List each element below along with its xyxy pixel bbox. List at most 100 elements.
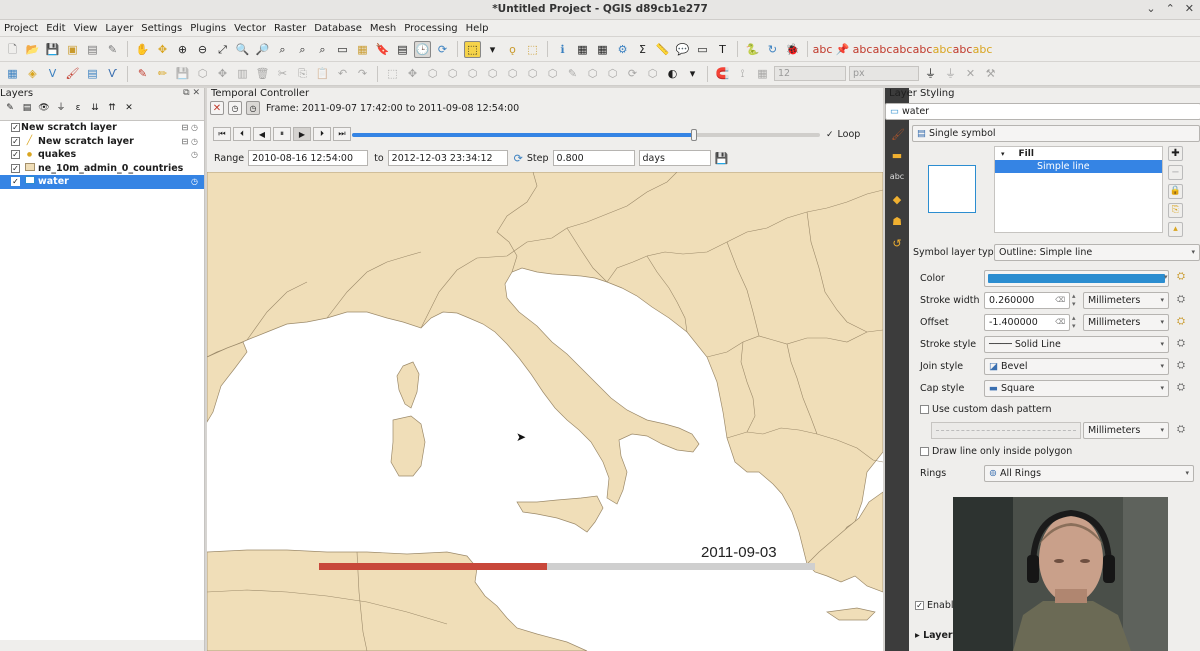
data-defined-join-icon[interactable]: ⛭ <box>1177 360 1185 371</box>
mask-tab-icon[interactable]: ☗ <box>888 212 906 230</box>
time-slider[interactable] <box>352 129 820 141</box>
plugin-reload-icon[interactable]: ↻ <box>764 41 781 58</box>
step-unit-select[interactable]: days <box>638 150 711 166</box>
filter-extra-icon[interactable]: ⏚ <box>942 65 959 82</box>
join-style-select[interactable]: ◪ Bevel ▾ <box>984 358 1169 375</box>
label-change-icon[interactable]: abc <box>933 41 953 58</box>
previous-frame-button[interactable]: ⏴ <box>233 127 251 141</box>
close-button[interactable]: ✕ <box>1185 2 1194 15</box>
merge-features-icon[interactable]: ⬡ <box>584 65 601 82</box>
menu-plugins[interactable]: Plugins <box>186 23 230 34</box>
stroke-width-unit-select[interactable]: Millimeters ▾ <box>1083 292 1169 309</box>
step-field[interactable]: 0.800 <box>552 150 635 166</box>
toggle-editing-icon[interactable]: ✏ <box>154 65 171 82</box>
unit-select[interactable]: px <box>849 66 919 81</box>
menu-vector[interactable]: Vector <box>230 23 270 34</box>
panel-close-icon[interactable]: ⧉ ✕ <box>183 88 200 98</box>
paste-features-icon[interactable]: 📋 <box>314 65 331 82</box>
layer-item-selected[interactable]: ✓ water ◷ <box>0 175 204 189</box>
layer-visibility-checkbox[interactable]: ✓ <box>11 163 20 173</box>
offset-spinner-icon[interactable]: ▴ ▾ <box>1072 314 1076 330</box>
pause-button[interactable]: ⏸ <box>273 127 291 141</box>
current-edits-icon[interactable]: ✎ <box>134 65 151 82</box>
tools-icon[interactable]: ⚒ <box>982 65 999 82</box>
range-start-field[interactable]: 2010-08-16 12:54:00 <box>248 150 369 166</box>
draw-inside-checkbox[interactable] <box>920 447 929 456</box>
zoom-in-icon[interactable]: ⊕ <box>174 41 191 58</box>
open-project-icon[interactable]: 📂 <box>24 41 41 58</box>
symbology-tab-icon[interactable]: ▬ <box>888 146 906 164</box>
layer-visibility-checkbox[interactable]: ✓ <box>11 123 20 133</box>
layer-style-icon[interactable]: ✎ <box>4 102 16 114</box>
lock-symbol-icon[interactable]: 🔒 <box>1168 184 1183 199</box>
label-rotate-icon[interactable]: abc <box>893 41 913 58</box>
zoom-full-icon[interactable]: ⤢ <box>214 41 231 58</box>
temporal-indicator-icon[interactable]: ◷ <box>191 177 198 186</box>
3d-view-tab-icon[interactable]: ◆ <box>888 190 906 208</box>
menu-database[interactable]: Database <box>310 23 366 34</box>
zoom-selection-icon[interactable]: 🔍 <box>234 41 251 58</box>
map-tips-icon[interactable]: 💬 <box>674 41 691 58</box>
snapping-dropdown-icon[interactable]: ▾ <box>684 65 701 82</box>
split-features-icon[interactable]: ⬡ <box>544 65 561 82</box>
text-annotation-icon[interactable]: T <box>714 41 731 58</box>
identify-icon[interactable]: ℹ <box>554 41 571 58</box>
data-defined-cap-icon[interactable]: ⛭ <box>1177 382 1185 393</box>
reshape-icon[interactable]: ⬡ <box>504 65 521 82</box>
vertex-tool-icon[interactable]: ✥ <box>214 65 231 82</box>
layer-visibility-checkbox[interactable]: ✓ <box>11 150 20 160</box>
select-by-value-icon[interactable]: ǫ <box>504 41 521 58</box>
export-animation-icon[interactable]: 💾 <box>715 152 729 165</box>
save-edits-icon[interactable]: 💾 <box>174 65 191 82</box>
tracing-icon[interactable]: ⟟ <box>734 65 751 82</box>
paint-brush-icon[interactable]: 🖌 <box>891 128 905 141</box>
label-toolbar-more-icon[interactable]: abc <box>973 41 993 58</box>
set-range-icon[interactable]: ⟳ <box>514 152 523 165</box>
data-defined-dash-icon[interactable]: ⛭ <box>1177 424 1185 435</box>
delete-ring-icon[interactable]: ⬡ <box>464 65 481 82</box>
layer-section-header[interactable]: ▸ Layer <box>915 630 953 641</box>
statistics-icon[interactable]: Σ <box>634 41 651 58</box>
new-3d-view-icon[interactable]: ▦ <box>354 41 371 58</box>
pan-icon[interactable]: ✋ <box>134 41 151 58</box>
labels-tab-icon[interactable]: abc <box>888 168 906 186</box>
offset-curve-icon[interactable]: ⬡ <box>524 65 541 82</box>
fill-ring-icon[interactable]: ⬡ <box>444 65 461 82</box>
color-dropdown-icon[interactable]: ▾ <box>1164 273 1168 281</box>
fixed-range-icon[interactable]: ◷ <box>228 101 242 115</box>
zoom-out-icon[interactable]: ⊖ <box>194 41 211 58</box>
rotate-point-icon[interactable]: ⟳ <box>624 65 641 82</box>
simplify-icon[interactable]: ✥ <box>404 65 421 82</box>
layer-select[interactable]: ▭ water <box>885 103 1200 120</box>
edit-indicator-icon[interactable]: ⊟ ◷ <box>182 123 198 132</box>
split-parts-icon[interactable]: ✎ <box>564 65 581 82</box>
add-raster-icon[interactable]: 🖌 <box>64 65 81 82</box>
layer-item[interactable]: ✓ ╱ New scratch layer ⊟ ◷ <box>0 135 204 149</box>
filter-icon[interactable]: ⏚ <box>922 65 939 82</box>
style-manager-icon[interactable]: ✎ <box>104 41 121 58</box>
cap-style-select[interactable]: ▬ Square ▾ <box>984 380 1169 397</box>
dash-pattern-button[interactable] <box>931 422 1081 439</box>
play-backward-button[interactable]: ◀ <box>253 127 271 141</box>
copy-features-icon[interactable]: ⎘ <box>294 65 311 82</box>
collapse-icon[interactable]: ▾ <box>1001 150 1005 158</box>
filter-legend-icon[interactable]: ⏚ <box>55 102 67 114</box>
menu-help[interactable]: Help <box>462 23 493 34</box>
field-calculator-icon[interactable]: ▦ <box>594 41 611 58</box>
merge-attributes-icon[interactable]: ⬡ <box>604 65 621 82</box>
minimize-button[interactable]: ⌄ <box>1146 2 1155 15</box>
menu-view[interactable]: View <box>70 23 102 34</box>
debug-icon[interactable]: 🐞 <box>784 41 801 58</box>
menu-settings[interactable]: Settings <box>137 23 186 34</box>
stroke-width-spinner-icon[interactable]: ▴ ▾ <box>1072 292 1076 308</box>
zoom-native-icon[interactable]: ⌕ <box>274 41 291 58</box>
enable-layer-checkbox[interactable]: ✓ <box>915 601 924 610</box>
renderer-select[interactable]: ▤ Single symbol <box>912 125 1200 142</box>
menu-layer[interactable]: Layer <box>101 23 137 34</box>
custom-dash-checkbox[interactable] <box>920 405 929 414</box>
data-defined-color-icon[interactable]: ⛭ <box>1177 271 1185 282</box>
rings-select[interactable]: ⊚ All Rings ▾ <box>984 465 1194 482</box>
annotation-icon[interactable]: ▭ <box>694 41 711 58</box>
font-size-field[interactable]: 12 <box>774 66 846 81</box>
digitize-shape-icon[interactable]: ⬚ <box>384 65 401 82</box>
